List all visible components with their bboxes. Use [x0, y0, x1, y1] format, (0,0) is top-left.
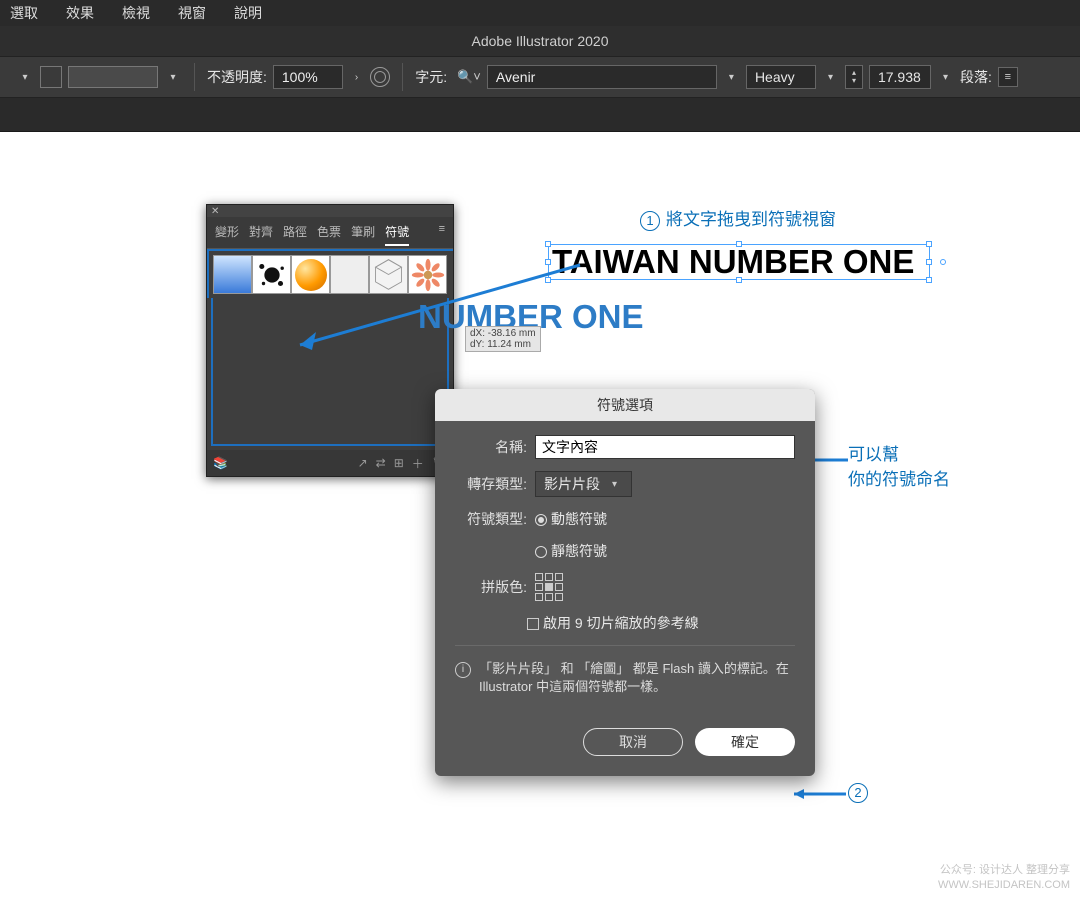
search-icon[interactable]: 🔍˅ — [453, 69, 481, 85]
tab-swatches[interactable]: 色票 — [317, 223, 341, 246]
menu-window[interactable]: 視窗 — [178, 3, 206, 23]
menu-view[interactable]: 檢視 — [122, 3, 150, 23]
menu-select[interactable]: 選取 — [10, 3, 38, 23]
divider — [194, 63, 195, 91]
control-bar: ▾ ▾ 不透明度: 100% › 字元: 🔍˅ Avenir ▾ Heavy ▾… — [0, 56, 1080, 98]
drag-dy: dY: 11.24 mm — [470, 339, 536, 350]
chevron-down-icon[interactable]: ▾ — [822, 72, 839, 83]
annotation-step1: 1將文字拖曳到符號視窗 — [640, 205, 836, 231]
drag-dx: dX: -38.16 mm — [470, 328, 536, 339]
app-title: Adobe Illustrator 2020 — [0, 26, 1080, 56]
symbol-thumb[interactable] — [213, 255, 252, 294]
selection-handle[interactable] — [545, 241, 551, 247]
symbol-thumb[interactable] — [408, 255, 447, 294]
divider — [402, 63, 403, 91]
annotation-step2: 2 — [848, 782, 874, 803]
fill-swatch[interactable] — [40, 66, 62, 88]
radio-static[interactable]: 靜態符號 — [535, 541, 607, 561]
paragraph-align-icon[interactable]: ≡ — [998, 67, 1018, 87]
annotation-arrow — [786, 788, 846, 800]
symbol-thumb[interactable] — [252, 255, 291, 294]
symbol-thumb[interactable] — [291, 255, 330, 294]
tab-symbols[interactable]: 符號 — [385, 223, 409, 246]
symbols-panel: ✕ 變形 對齊 路徑 色票 筆刷 符號 ≡ 📚 ↗ ⇄ ⊞ ＋ 🗑 — [206, 204, 454, 477]
export-type-dropdown[interactable]: 影片片段▾ — [535, 471, 632, 497]
panel-footer: 📚 ↗ ⇄ ⊞ ＋ 🗑 — [207, 450, 453, 476]
chevron-down-icon: ▾ — [606, 479, 623, 490]
chevron-down-icon[interactable]: ▾ — [16, 72, 34, 83]
symbol-thumb[interactable] — [369, 255, 408, 294]
selection-handle[interactable] — [545, 259, 551, 265]
export-type-label: 轉存類型: — [455, 474, 527, 494]
menu-effect[interactable]: 效果 — [66, 3, 94, 23]
registration-label: 拼版色: — [455, 577, 527, 597]
symbol-options-icon[interactable]: ⊞ — [394, 456, 404, 470]
globe-icon[interactable] — [370, 67, 390, 87]
library-icon[interactable]: 📚 — [213, 456, 228, 470]
radio-dynamic[interactable]: 動態符號 — [535, 509, 607, 529]
watermark: 公众号: 设计达人 整理分享 WWW.SHEJIDAREN.COM — [938, 863, 1070, 892]
tab-bar — [0, 98, 1080, 132]
menu-help[interactable]: 說明 — [234, 3, 262, 23]
cancel-button[interactable]: 取消 — [583, 728, 683, 756]
chevron-down-icon[interactable]: ▾ — [723, 72, 740, 83]
panel-menu-icon[interactable]: ≡ — [439, 223, 445, 246]
panel-header[interactable]: ✕ — [207, 205, 453, 217]
selection-handle[interactable] — [940, 259, 946, 265]
circled-2-icon: 2 — [848, 783, 868, 803]
font-weight-field[interactable]: Heavy — [746, 65, 816, 89]
dialog-title: 符號選項 — [435, 389, 815, 421]
tab-path[interactable]: 路徑 — [283, 223, 307, 246]
symbol-options-dialog: 符號選項 名稱: 轉存類型: 影片片段▾ 符號類型: 動態符號 靜態符號 拼版色… — [435, 389, 815, 776]
tab-align[interactable]: 對齊 — [249, 223, 273, 246]
opacity-field[interactable]: 100% — [273, 65, 343, 89]
info-note: i 「影片片段」 和 「繪圖」 都是 Flash 讀入的標記。在 Illustr… — [455, 660, 795, 696]
drag-tooltip: dX: -38.16 mm dY: 11.24 mm — [465, 326, 541, 352]
symbols-drop-area[interactable] — [211, 298, 449, 446]
character-label: 字元: — [415, 67, 447, 87]
place-symbol-icon[interactable]: ↗ — [358, 456, 368, 470]
tab-brushes[interactable]: 筆刷 — [351, 223, 375, 246]
font-size-field[interactable]: 17.938 — [869, 65, 931, 89]
divider — [455, 645, 795, 646]
selection-handle[interactable] — [926, 277, 932, 283]
chevron-down-icon[interactable]: ▾ — [164, 72, 182, 83]
selection-bounds — [548, 244, 930, 280]
selection-handle[interactable] — [926, 259, 932, 265]
circled-1-icon: 1 — [640, 211, 660, 231]
os-menubar: 選取 效果 檢視 視窗 說明 — [0, 0, 1080, 26]
selection-handle[interactable] — [736, 277, 742, 283]
opacity-label: 不透明度: — [207, 67, 267, 87]
break-link-icon[interactable]: ⇄ — [376, 456, 386, 470]
stroke-swatch[interactable] — [68, 66, 158, 88]
annotation-naming: 可以幫 你的符號命名 — [848, 440, 950, 490]
chevron-down-icon[interactable]: ▾ — [937, 72, 954, 83]
paragraph-label: 段落: — [960, 67, 992, 87]
selection-handle[interactable] — [926, 241, 932, 247]
font-family-field[interactable]: Avenir — [487, 65, 717, 89]
new-symbol-icon[interactable]: ＋ — [412, 455, 424, 472]
selection-handle[interactable] — [545, 277, 551, 283]
registration-grid[interactable] — [535, 573, 563, 601]
symbol-type-label: 符號類型: — [455, 509, 527, 529]
ok-button[interactable]: 確定 — [695, 728, 795, 756]
chevron-right-icon[interactable]: › — [349, 72, 364, 83]
close-icon[interactable]: ✕ — [211, 206, 219, 217]
name-label: 名稱: — [455, 437, 527, 457]
selection-handle[interactable] — [736, 241, 742, 247]
panel-tabs: 變形 對齊 路徑 色票 筆刷 符號 ≡ — [207, 217, 453, 249]
symbol-thumb[interactable] — [330, 255, 369, 294]
symbols-grid[interactable] — [207, 249, 453, 298]
enable-9slice-checkbox[interactable]: 啟用 9 切片縮放的參考線 — [527, 613, 699, 633]
stepper-icon[interactable]: ▴▾ — [845, 65, 863, 89]
info-icon: i — [455, 662, 471, 678]
symbol-name-input[interactable] — [535, 435, 795, 459]
tab-transform[interactable]: 變形 — [215, 223, 239, 246]
